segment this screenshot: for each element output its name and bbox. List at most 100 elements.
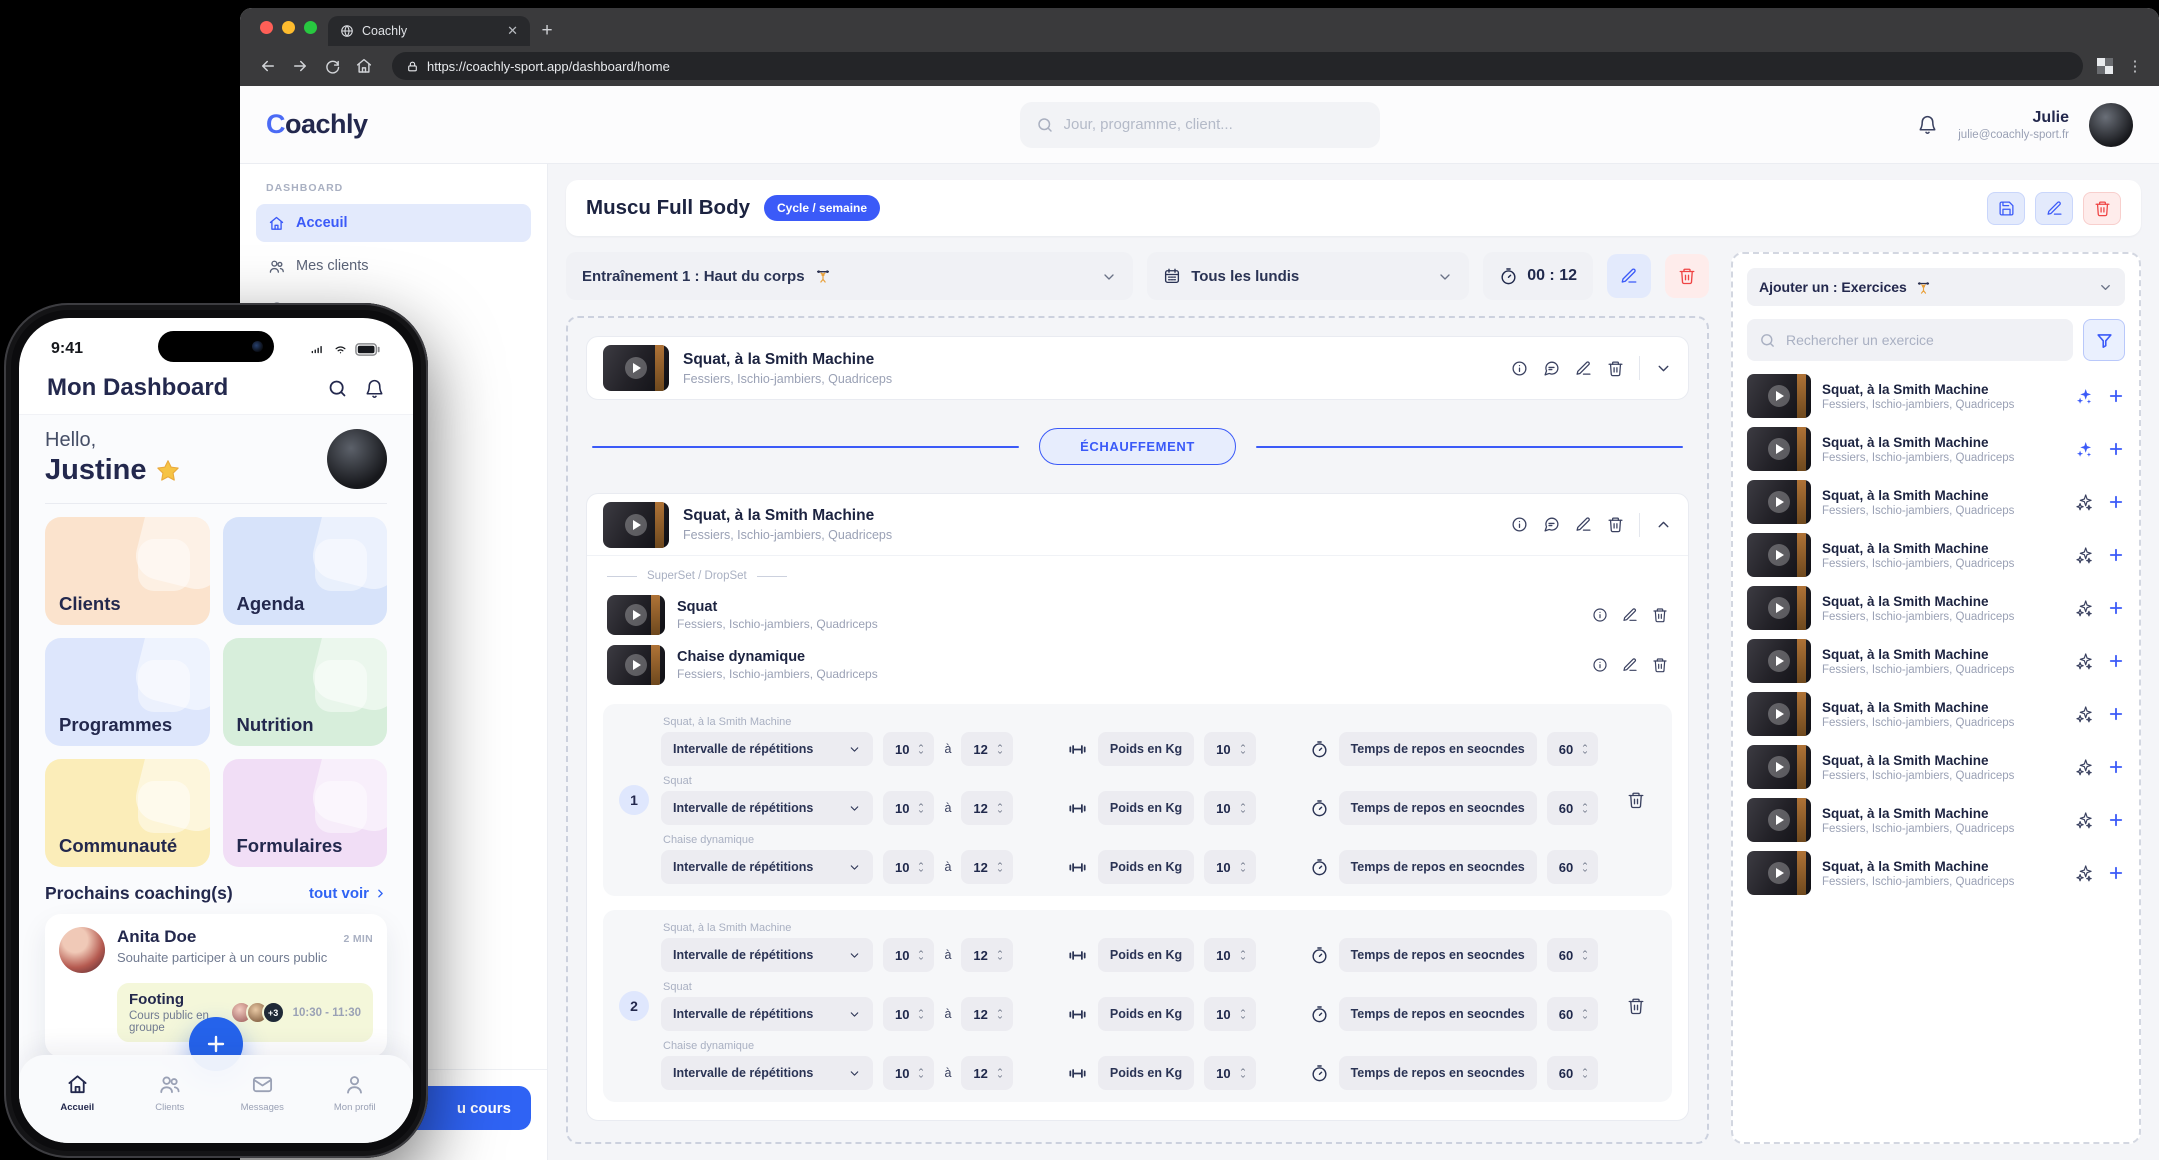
reps-max-stepper[interactable]: 12 [961,997,1012,1031]
global-search[interactable] [1020,102,1380,148]
home-button[interactable] [350,52,378,80]
reps-max-stepper[interactable]: 12 [961,1056,1012,1090]
browser-tab[interactable]: Coachly ✕ [328,16,530,46]
weight-stepper[interactable]: 10 [1204,938,1255,972]
day-select[interactable]: Tous les lundis [1147,252,1469,300]
add-exercise-icon[interactable] [2107,864,2125,882]
close-tab-icon[interactable]: ✕ [507,23,518,39]
see-all-link[interactable]: tout voir [309,885,387,902]
reps-type-select[interactable]: Intervalle de répétitions [661,850,873,884]
phone-nav-item[interactable]: Clients [134,1073,206,1143]
delete-program-button[interactable] [2083,192,2121,225]
phone-nav-item[interactable]: Mon profil [319,1073,391,1143]
phone-nav-item[interactable]: Accueil [41,1073,113,1143]
reps-type-select[interactable]: Intervalle de répétitions [661,732,873,766]
dashboard-tile[interactable]: Communauté [45,759,210,867]
url-bar[interactable]: https://coachly-sport.app/dashboard/home [392,52,2083,80]
chevron-down-icon[interactable] [1655,360,1672,377]
info-icon[interactable] [1511,360,1528,377]
pencil-icon[interactable] [1622,607,1638,623]
add-exercise-icon[interactable] [2107,599,2125,617]
delete-set-button[interactable] [1612,791,1660,809]
forward-button[interactable] [286,52,314,80]
coachly-logo[interactable]: Coachly [266,109,368,140]
save-program-button[interactable] [1987,192,2025,225]
reps-min-stepper[interactable]: 10 [883,938,934,972]
reps-max-stepper[interactable]: 12 [961,791,1012,825]
comment-icon[interactable] [1543,516,1560,533]
filter-button[interactable] [2083,319,2125,361]
course-pill[interactable]: Footing Cours public en groupe +3 10:30 … [117,983,373,1042]
delete-set-button[interactable] [1612,997,1660,1015]
rest-stepper[interactable]: 60 [1547,732,1598,766]
sparkles-icon[interactable] [2075,758,2094,777]
trash-icon[interactable] [1652,657,1668,673]
notifications-bell-icon[interactable] [1917,114,1938,135]
info-icon[interactable] [1511,516,1528,533]
search-icon[interactable] [327,378,348,399]
reps-min-stepper[interactable]: 10 [883,791,934,825]
pencil-icon[interactable] [1622,657,1638,673]
sparkles-icon[interactable] [2075,599,2094,618]
reps-type-select[interactable]: Intervalle de répétitions [661,1056,873,1090]
comment-icon[interactable] [1543,360,1560,377]
reps-type-select[interactable]: Intervalle de répétitions [661,938,873,972]
edit-program-button[interactable] [2035,192,2073,225]
close-window-button[interactable] [260,21,273,34]
rest-stepper[interactable]: 60 [1547,850,1598,884]
exercise-list-item[interactable]: Squat, à la Smith Machine Fessiers, Isch… [1747,639,2125,683]
add-exercise-icon[interactable] [2107,811,2125,829]
warmup-label[interactable]: ÉCHAUFFEMENT [1039,428,1236,465]
trash-icon[interactable] [1607,360,1624,377]
reload-button[interactable] [318,52,346,80]
exercise-list-item[interactable]: Squat, à la Smith Machine Fessiers, Isch… [1747,586,2125,630]
rest-stepper[interactable]: 60 [1547,938,1598,972]
exercise-video-thumbnail[interactable] [607,595,665,635]
weight-stepper[interactable]: 10 [1204,732,1255,766]
dashboard-tile[interactable]: Clients [45,517,210,625]
exercise-list-item[interactable]: Squat, à la Smith Machine Fessiers, Isch… [1747,798,2125,842]
exercise-list-item[interactable]: Squat, à la Smith Machine Fessiers, Isch… [1747,533,2125,577]
info-icon[interactable] [1592,607,1608,623]
add-exercise-icon[interactable] [2107,493,2125,511]
sparkles-icon[interactable] [2075,705,2094,724]
dashboard-tile[interactable]: Programmes [45,638,210,746]
sparkles-icon[interactable] [2075,493,2094,512]
exercise-video-thumbnail[interactable] [1747,533,1811,577]
reps-max-stepper[interactable]: 12 [961,732,1012,766]
sparkles-icon[interactable] [2075,652,2094,671]
add-exercise-icon[interactable] [2107,652,2125,670]
sparkles-icon[interactable] [2075,546,2094,565]
reps-min-stepper[interactable]: 10 [883,1056,934,1090]
reps-type-select[interactable]: Intervalle de répétitions [661,791,873,825]
add-exercise-icon[interactable] [2107,387,2125,405]
add-exercise-icon[interactable] [2107,758,2125,776]
maximize-window-button[interactable] [304,21,317,34]
exercise-video-thumbnail[interactable] [1747,745,1811,789]
exercise-list-item[interactable]: Squat, à la Smith Machine Fessiers, Isch… [1747,851,2125,895]
sparkles-icon[interactable] [2075,387,2094,406]
exercise-search[interactable] [1747,319,2073,361]
reps-min-stepper[interactable]: 10 [883,997,934,1031]
rest-stepper[interactable]: 60 [1547,997,1598,1031]
chevron-up-icon[interactable] [1655,516,1672,533]
reps-min-stepper[interactable]: 10 [883,850,934,884]
bell-icon[interactable] [364,378,385,399]
exercise-list-item[interactable]: Squat, à la Smith Machine Fessiers, Isch… [1747,745,2125,789]
edit-training-button[interactable] [1607,254,1651,298]
trash-icon[interactable] [1607,516,1624,533]
exercise-list-item[interactable]: Squat, à la Smith Machine Fessiers, Isch… [1747,427,2125,471]
exercise-list-item[interactable]: Squat, à la Smith Machine Fessiers, Isch… [1747,692,2125,736]
exercise-video-thumbnail[interactable] [1747,798,1811,842]
add-exercise-icon[interactable] [2107,546,2125,564]
exercise-search-input[interactable] [1786,332,2061,348]
add-type-select[interactable]: Ajouter un : Exercices [1747,268,2125,306]
sidebar-item[interactable]: Acceuil [256,204,531,242]
exercise-video-thumbnail[interactable] [1747,480,1811,524]
sparkles-icon[interactable] [2075,864,2094,883]
weight-stepper[interactable]: 10 [1204,850,1255,884]
dashboard-tile[interactable]: Agenda [223,517,388,625]
reps-type-select[interactable]: Intervalle de répétitions [661,997,873,1031]
exercise-video-thumbnail[interactable] [1747,692,1811,736]
exercise-video-thumbnail[interactable] [603,345,669,391]
